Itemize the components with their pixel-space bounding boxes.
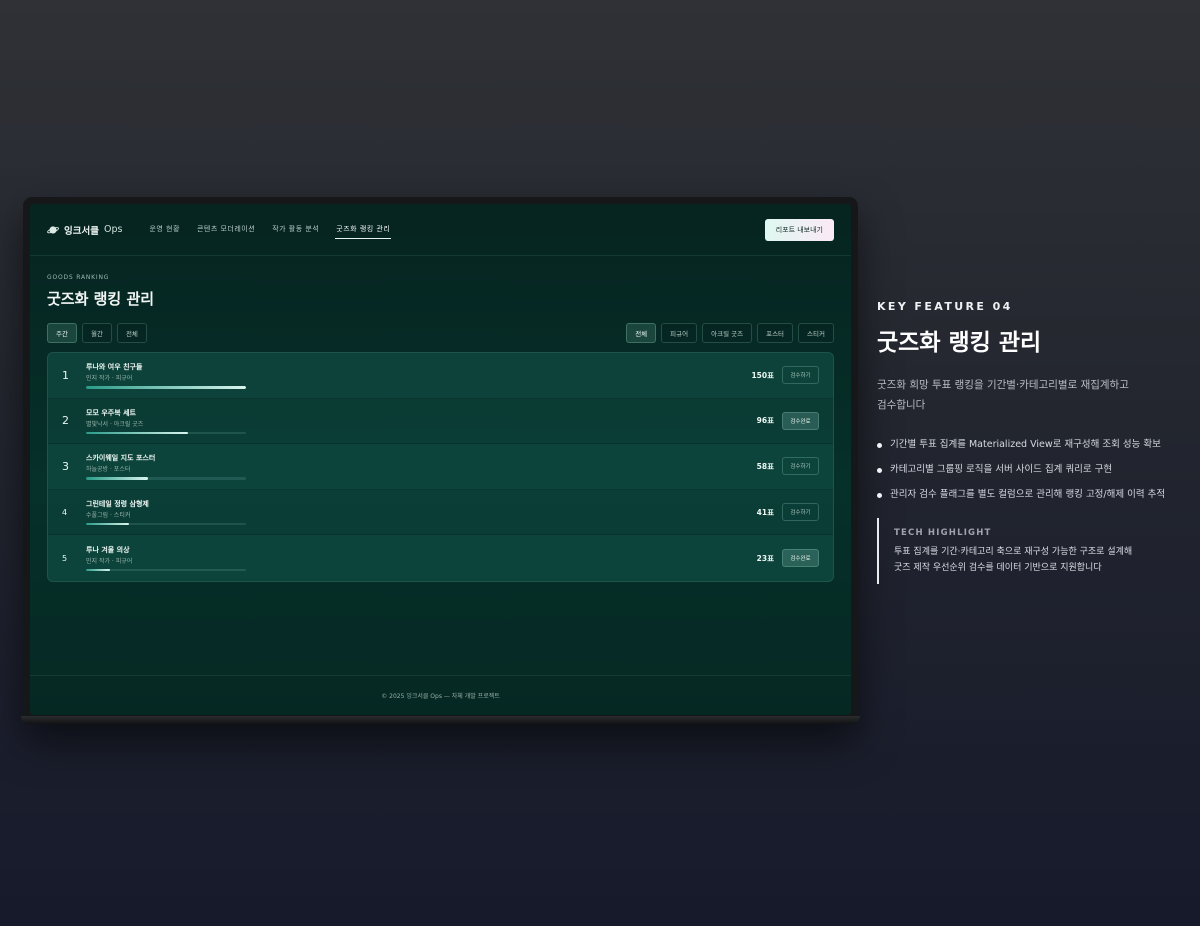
ranking-row[interactable]: 5 루나 겨울 의상 민지 작가 · 피규어 23표 검수완료 [48, 535, 833, 581]
goods-meta: 민지 작가 · 피규어 [86, 375, 133, 383]
rank-number: 3 [62, 459, 69, 473]
ranking-row[interactable]: 3 스카이웨일 지도 포스터 하늘공방 · 포스터 58표 검수하기 [48, 444, 833, 490]
category-filter-group: 전체 피규어 아크릴 굿즈 포스터 스티커 [626, 323, 834, 343]
vote-progress-fill [86, 431, 189, 435]
nav-item-artist-analytics[interactable]: 작가 활동 분석 [271, 220, 320, 239]
goods-meta: 수풀그림 · 스티커 [86, 511, 131, 519]
category-filter-figure[interactable]: 피규어 [661, 323, 698, 343]
goods-name: 루나 겨울 의상 [86, 545, 130, 554]
rank-info: 그린테일 정령 삼형제 수풀그림 · 스티커 [86, 499, 246, 526]
feature-bullet-text: 관리자 검수 플래그를 별도 컬럼으로 관리해 랭킹 고정/해제 이력 추적 [890, 489, 1166, 500]
vote-progress-fill [86, 568, 110, 572]
vote-count: 150표 [751, 370, 774, 380]
feature-bullet-text: 기간별 투표 집계를 Materialized View로 재구성해 조회 성능… [890, 439, 1161, 450]
vote-progress-track [86, 477, 246, 480]
rank-number: 2 [62, 414, 69, 428]
feature-description: KEY FEATURE 04 굿즈화 랭킹 관리 굿즈화 희망 투표 랭킹을 기… [877, 300, 1167, 584]
footer-text: © 2025 잉크서클 Ops — 자체 개발 프로젝트 [381, 693, 500, 700]
laptop-frame: 잉크서클 Ops 운영 현황 콘텐츠 모더레이션 작가 활동 분석 굿즈화 랭킹… [23, 197, 858, 724]
feature-summary-line-1: 굿즈화 희망 투표 랭킹을 기간별·카테고리별로 재집계하고 [877, 379, 1129, 391]
feature-bullet-text: 카테고리별 그룹핑 로직을 서버 사이드 집계 쿼리로 구현 [890, 464, 1113, 475]
vote-progress-track [86, 431, 246, 435]
vote-progress-fill [86, 522, 130, 526]
period-filter-all[interactable]: 전체 [116, 323, 147, 343]
feature-eyebrow: KEY FEATURE 04 [877, 300, 1013, 313]
brand-logo[interactable]: 잉크서클 Ops [47, 223, 122, 237]
feature-bullet: 기간별 투표 집계를 Materialized View로 재구성해 조회 성능… [877, 437, 1167, 453]
goods-name: 스카이웨일 지도 포스터 [86, 454, 156, 463]
review-button[interactable]: 검수하기 [782, 366, 819, 385]
vote-count: 96표 [756, 416, 774, 426]
vote-progress-fill [86, 386, 246, 389]
tech-highlight-line-1: 투표 집계를 기간·카테고리 축으로 재구성 가능한 구조로 설계해 [894, 547, 1133, 557]
rank-number: 4 [62, 507, 68, 517]
vote-count: 23표 [756, 553, 774, 563]
vote-progress-track [86, 386, 246, 389]
nav-item-goods-ranking[interactable]: 굿즈화 랭킹 관리 [335, 220, 392, 239]
rank-info: 루나와 여우 친구들 민지 작가 · 피규어 [86, 362, 246, 389]
ranking-row[interactable]: 4 그린테일 정령 삼형제 수풀그림 · 스티커 41표 검수하기 [48, 490, 833, 536]
review-button[interactable]: 검수완료 [782, 411, 819, 430]
category-filter-sticker[interactable]: 스티커 [798, 323, 834, 343]
page-eyebrow: GOODS RANKING [47, 274, 110, 281]
filter-bar: 주간 월간 전체 전체 피규어 아크릴 굿즈 포스터 스티커 [47, 323, 834, 343]
laptop-base [21, 716, 860, 724]
period-filter-monthly[interactable]: 월간 [81, 323, 112, 343]
feature-bullet: 관리자 검수 플래그를 별도 컬럼으로 관리해 랭킹 고정/해제 이력 추적 [877, 487, 1167, 503]
top-navigation-bar: 잉크서클 Ops 운영 현황 콘텐츠 모더레이션 작가 활동 분석 굿즈화 랭킹… [30, 204, 851, 256]
tech-highlight-title: TECH HIGHLIGHT [894, 528, 992, 538]
export-report-button[interactable]: 리포트 내보내기 [764, 218, 834, 241]
brand-suffix: Ops [103, 224, 123, 235]
main-nav: 운영 현황 콘텐츠 모더레이션 작가 활동 분석 굿즈화 랭킹 관리 [148, 220, 392, 239]
rank-number: 1 [62, 368, 69, 382]
feature-bullet: 카테고리별 그룹핑 로직을 서버 사이드 집계 쿼리로 구현 [877, 462, 1167, 478]
goods-name: 루나와 여우 친구들 [86, 363, 143, 372]
vote-progress-track [86, 522, 246, 526]
rank-info: 루나 겨울 의상 민지 작가 · 피규어 [86, 545, 246, 572]
page-title: 굿즈화 랭킹 관리 [47, 290, 155, 308]
main-content: GOODS RANKING 굿즈화 랭킹 관리 주간 월간 전체 전체 피규어 … [30, 256, 851, 582]
feature-summary-line-2: 검수합니다 [877, 399, 926, 411]
feature-title: 굿즈화 랭킹 관리 [877, 330, 1042, 356]
nav-item-moderation[interactable]: 콘텐츠 모더레이션 [196, 220, 256, 239]
vote-progress-track [86, 568, 246, 572]
rank-info: 모모 우주복 세트 별빛낙서 · 아크릴 굿즈 [86, 408, 246, 435]
planet-icon [47, 225, 59, 234]
category-filter-acrylic[interactable]: 아크릴 굿즈 [702, 323, 753, 343]
vote-count: 58표 [756, 461, 774, 471]
bullet-dot-icon [877, 493, 882, 498]
rank-number: 5 [62, 553, 68, 563]
tech-highlight-text: 투표 집계를 기간·카테고리 축으로 재구성 가능한 구조로 설계해 굿즈 제작… [894, 544, 1167, 576]
period-filter-group: 주간 월간 전체 [47, 323, 147, 343]
rank-info: 스카이웨일 지도 포스터 하늘공방 · 포스터 [86, 453, 246, 480]
tech-highlight: TECH HIGHLIGHT 투표 집계를 기간·카테고리 축으로 재구성 가능… [877, 518, 1167, 584]
goods-name: 모모 우주복 세트 [86, 408, 136, 417]
brand-name: 잉크서클 [64, 225, 99, 237]
category-filter-all[interactable]: 전체 [626, 323, 657, 343]
category-filter-poster[interactable]: 포스터 [757, 323, 794, 343]
vote-progress-fill [86, 477, 149, 480]
review-button[interactable]: 검수하기 [782, 457, 819, 476]
period-filter-weekly[interactable]: 주간 [47, 323, 77, 343]
tech-highlight-line-2: 굿즈 제작 우선순위 검수를 데이터 기반으로 지원합니다 [894, 563, 1102, 573]
goods-meta: 하늘공방 · 포스터 [86, 466, 131, 474]
bullet-dot-icon [877, 443, 882, 448]
feature-summary: 굿즈화 희망 투표 랭킹을 기간별·카테고리별로 재집계하고 검수합니다 [877, 375, 1147, 415]
goods-name: 그린테일 정령 삼형제 [86, 499, 149, 508]
review-button[interactable]: 검수완료 [782, 549, 819, 568]
goods-meta: 민지 작가 · 피규어 [86, 557, 133, 565]
bullet-dot-icon [877, 468, 882, 473]
review-button[interactable]: 검수하기 [782, 503, 819, 522]
vote-count: 41표 [756, 507, 774, 517]
goods-meta: 별빛낙서 · 아크릴 굿즈 [86, 420, 144, 428]
app-footer: © 2025 잉크서클 Ops — 자체 개발 프로젝트 [30, 675, 851, 715]
app-screen: 잉크서클 Ops 운영 현황 콘텐츠 모더레이션 작가 활동 분석 굿즈화 랭킹… [30, 204, 851, 715]
nav-item-operations[interactable]: 운영 현황 [148, 220, 181, 239]
feature-bullet-list: 기간별 투표 집계를 Materialized View로 재구성해 조회 성능… [877, 437, 1167, 503]
ranking-row[interactable]: 1 루나와 여우 친구들 민지 작가 · 피규어 150표 검수하기 [48, 353, 833, 399]
ranking-list: 1 루나와 여우 친구들 민지 작가 · 피규어 150표 검수하기 2 모모 … [47, 352, 834, 582]
ranking-row[interactable]: 2 모모 우주복 세트 별빛낙서 · 아크릴 굿즈 96표 검수완료 [48, 399, 833, 445]
